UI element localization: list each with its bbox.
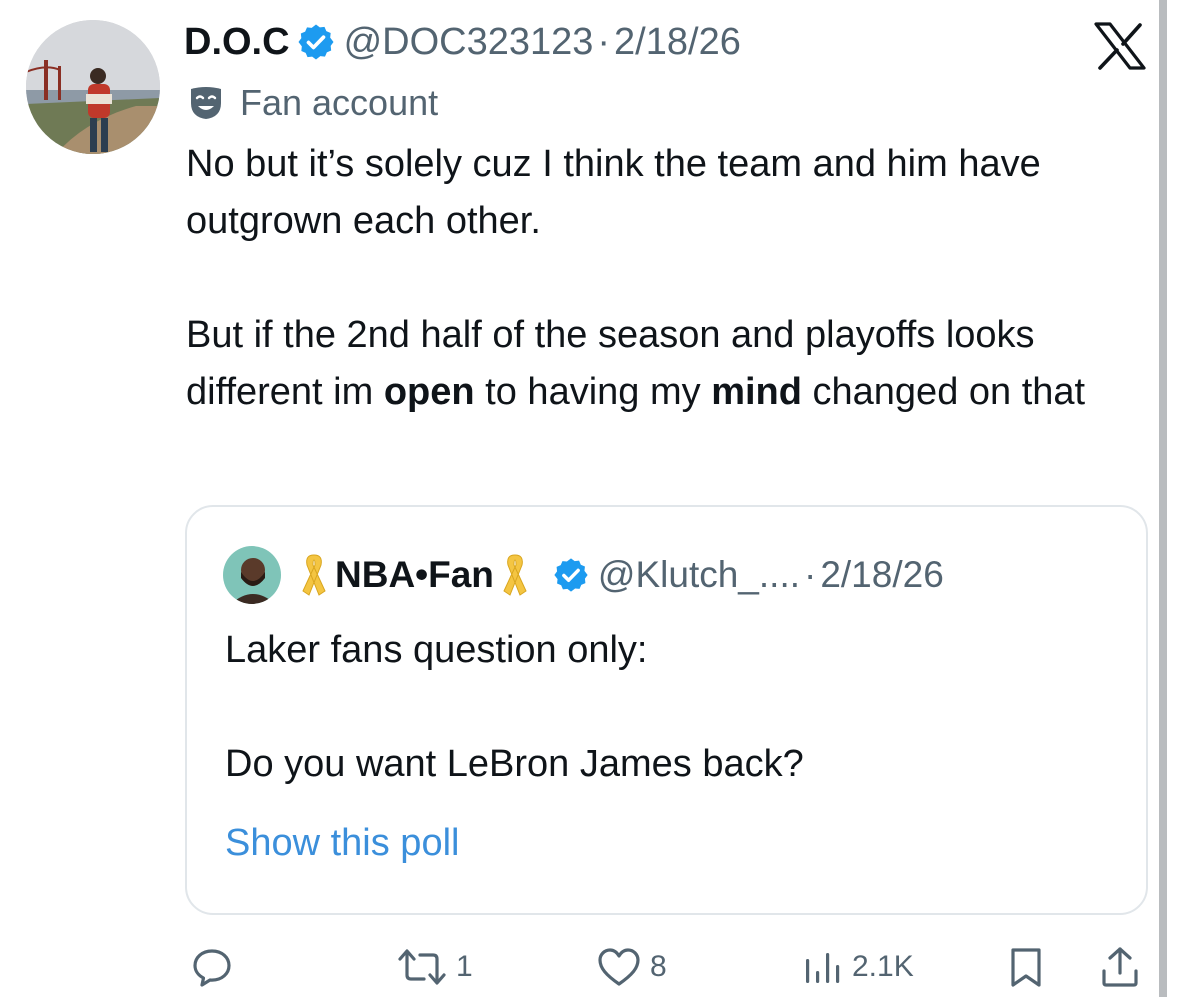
quoted-tweet-body: Laker fans question only: Do you want Le… (225, 622, 1125, 793)
theater-mask-icon (191, 87, 221, 119)
tweet-header: D.O.C @DOC323123 · 2/18/26 (184, 16, 741, 68)
like-count: 8 (650, 950, 667, 983)
fan-account-text: Fan account (240, 82, 439, 123)
reply-button[interactable] (190, 940, 242, 994)
like-button[interactable]: 8 (596, 940, 667, 994)
separator-dot: · (597, 20, 611, 63)
bookmark-button[interactable] (1004, 940, 1048, 994)
author-avatar[interactable] (26, 20, 160, 154)
paragraph-text: changed on that (801, 371, 1086, 413)
bookmark-icon (1011, 948, 1041, 987)
quoted-line-2: Do you want LeBron James back? (225, 743, 804, 785)
tweet-date[interactable]: 2/18/26 (614, 21, 741, 64)
bold-word-open: open (383, 371, 475, 413)
bold-word-mind: mind (711, 371, 802, 413)
retweet-icon (398, 949, 446, 985)
x-logo-icon[interactable] (1094, 22, 1146, 70)
tweet-body: No but it’s solely cuz I think the team … (186, 136, 1146, 421)
yellow-ribbon-icon (302, 554, 326, 596)
action-bar: 1 8 2.1K (0, 940, 1179, 994)
quoted-tweet-header: NBA•Fan @Klutch_.... · 2/18/26 (223, 545, 944, 605)
reply-bubble-icon (193, 949, 231, 987)
quoted-author-handle[interactable]: @Klutch_.... (598, 554, 800, 596)
retweet-button[interactable]: 1 (396, 940, 473, 994)
share-button[interactable] (1098, 940, 1142, 994)
separator-dot: · (804, 554, 817, 595)
views-count: 2.1K (852, 950, 914, 983)
quoted-tweet-card[interactable]: NBA•Fan @Klutch_.... · 2/18/26 Laker fan… (185, 505, 1148, 915)
yellow-ribbon-icon (503, 554, 527, 596)
quoted-author-name[interactable]: NBA•Fan (335, 554, 494, 596)
show-poll-link[interactable]: Show this poll (225, 815, 459, 872)
verified-badge-icon (298, 24, 334, 60)
quoted-line-1: Laker fans question only: (225, 629, 648, 671)
retweet-count: 1 (456, 950, 473, 983)
quoted-tweet-date[interactable]: 2/18/26 (820, 554, 943, 596)
views-button[interactable]: 2.1K (800, 940, 914, 994)
quoted-author-avatar[interactable] (223, 546, 281, 604)
verified-badge-icon (554, 558, 588, 592)
quoted-avatar-photo (223, 546, 281, 604)
heart-icon (598, 948, 640, 986)
paragraph-text: to having my (474, 371, 712, 413)
author-name[interactable]: D.O.C (184, 21, 290, 64)
tweet-paragraph-1: No but it’s solely cuz I think the team … (186, 143, 1041, 242)
scrollbar-edge (1159, 0, 1167, 997)
share-icon (1102, 947, 1138, 987)
tweet-paragraph-2: But if the 2nd half of the season and pl… (186, 307, 1146, 421)
views-bars-icon (806, 953, 840, 983)
fan-account-label: Fan account (186, 78, 438, 128)
avatar-photo (26, 20, 160, 154)
author-handle[interactable]: @DOC323123 (344, 21, 594, 64)
